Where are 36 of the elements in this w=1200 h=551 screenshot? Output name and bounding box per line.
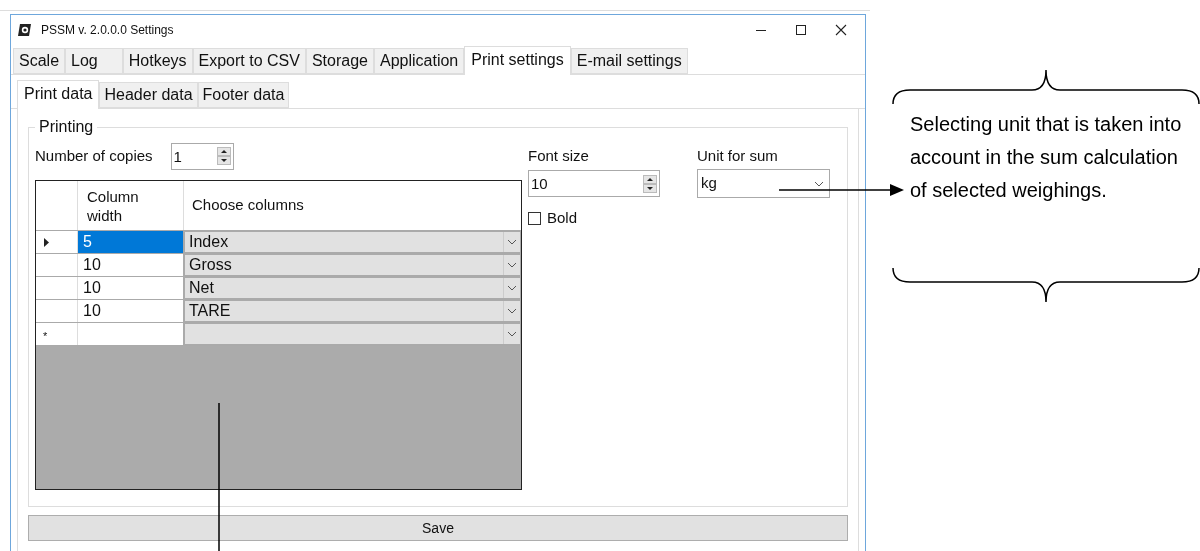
- column-header[interactable]: Choose columns: [184, 181, 521, 230]
- callout-text: Selecting unit that is taken into account in the sum calculation of selected weighings.: [910, 112, 1183, 203]
- tab[interactable]: Print settings: [464, 46, 571, 75]
- window-title: PSSM v. 2.0.0.0 Settings: [41, 22, 174, 39]
- unit-dropdown[interactable]: kg: [697, 169, 830, 198]
- copies-label: Number of copies: [35, 145, 153, 166]
- tab[interactable]: Application: [373, 48, 465, 74]
- font-size-spinner[interactable]: 10: [528, 170, 660, 197]
- sub-tab[interactable]: Header data: [99, 82, 198, 108]
- column-dropdown[interactable]: Gross: [184, 254, 521, 276]
- close-icon[interactable]: [835, 24, 847, 36]
- bold-label: Bold: [547, 208, 578, 228]
- column-dropdown[interactable]: Net: [184, 277, 521, 299]
- tab[interactable]: E-mail settings: [570, 48, 688, 74]
- app-logo-icon: [17, 23, 33, 37]
- bold-checkbox[interactable]: [528, 211, 541, 225]
- copies-spinner[interactable]: 1: [170, 142, 234, 170]
- column-header[interactable]: Column width: [78, 181, 184, 230]
- spin-arrows-icon[interactable]: [643, 174, 657, 193]
- table-cell[interactable]: 5: [78, 231, 184, 253]
- font-size-label: Font size: [528, 146, 590, 166]
- save-button[interactable]: Save: [28, 515, 848, 541]
- maximize-icon[interactable]: [795, 24, 807, 36]
- column-dropdown[interactable]: TARE: [184, 300, 521, 322]
- tab[interactable]: Log: [65, 48, 123, 74]
- sub-tab[interactable]: Footer data: [197, 82, 290, 108]
- column-dropdown[interactable]: Index: [184, 231, 521, 253]
- tab[interactable]: Scale: [13, 48, 66, 74]
- tab[interactable]: Storage: [305, 48, 374, 74]
- current-row-icon: [44, 237, 49, 247]
- tab[interactable]: Export to CSV: [192, 48, 306, 74]
- sub-tab[interactable]: Print data: [17, 80, 100, 109]
- spin-arrows-icon[interactable]: [216, 147, 231, 165]
- group-title: Printing: [35, 118, 98, 136]
- tab[interactable]: Hotkeys: [122, 48, 193, 74]
- unit-label: Unit for sum: [697, 146, 779, 166]
